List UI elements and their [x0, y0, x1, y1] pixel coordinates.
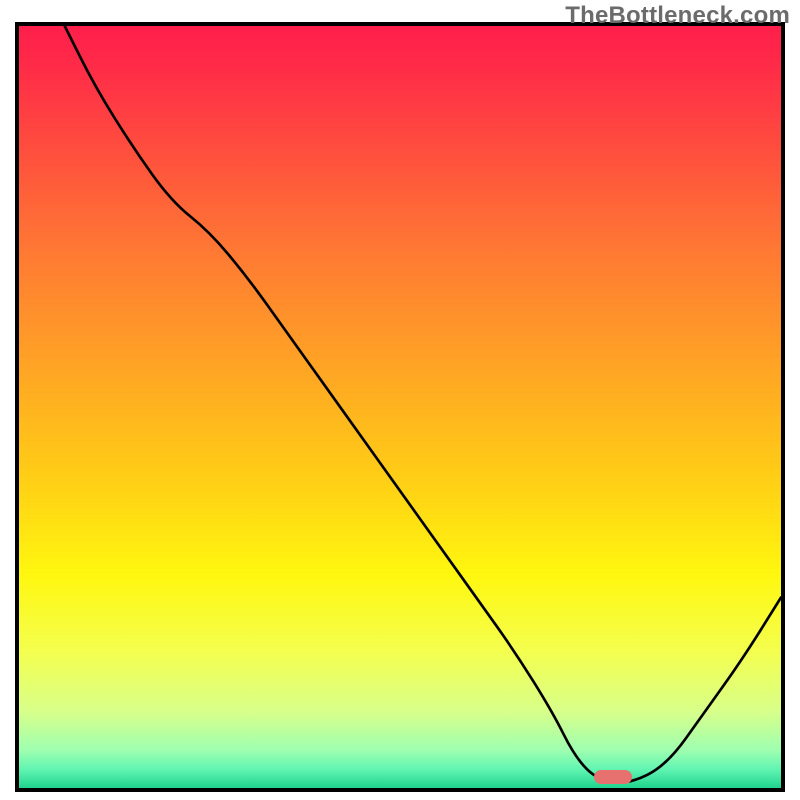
curve-layer: [19, 26, 781, 788]
optimal-marker-pill: [594, 770, 632, 784]
chart-stage: TheBottleneck.com: [0, 0, 800, 800]
watermark-text: TheBottleneck.com: [565, 2, 790, 30]
bottleneck-curve-path: [65, 26, 781, 783]
optimal-marker: [594, 770, 632, 784]
plot-area: [15, 22, 785, 792]
